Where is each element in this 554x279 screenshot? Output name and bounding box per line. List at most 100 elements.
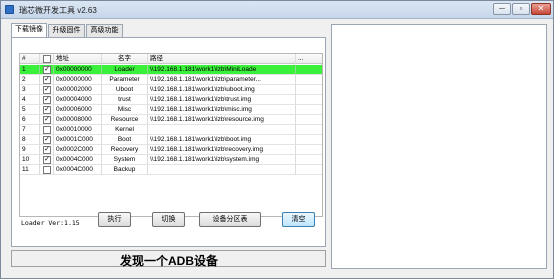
row-checkbox[interactable] [43,126,51,134]
row-index: 10 [20,155,40,165]
header-address[interactable]: 地址 [54,54,102,64]
row-checkbox-cell: ✓ [40,75,54,85]
table-row[interactable]: 7 0x00010000 Kernel [20,125,322,135]
row-path[interactable]: \\192.168.1.181\work1\lzb\system.img [148,155,296,165]
row-browse[interactable] [296,145,322,155]
app-icon [5,5,14,14]
header-name[interactable]: 名字 [102,54,148,64]
tab-upgrade-firmware[interactable]: 升级固件 [48,24,85,37]
row-checkbox[interactable]: ✓ [43,66,51,74]
row-browse[interactable] [296,105,322,115]
status-bar: 发现一个ADB设备 [11,250,326,268]
row-name: Loader [102,65,148,75]
row-browse[interactable] [296,125,322,135]
row-path[interactable]: \\192.168.1.181\work1\lzb\misc.img [148,105,296,115]
table-row[interactable]: 8 ✓ 0x0001C000 Boot \\192.168.1.181\work1\lz… [20,135,322,145]
device-partition-table-button[interactable]: 设备分区表 [199,212,261,227]
row-path[interactable]: \\192.168.1.181\work1\lzb\resource.img [148,115,296,125]
row-checkbox[interactable]: ✓ [43,86,51,94]
table-row[interactable]: 1 ✓ 0x00000000 Loader \\192.168.1.181\work1\… [20,65,322,75]
row-checkbox[interactable]: ✓ [43,146,51,154]
row-checkbox[interactable]: ✓ [43,156,51,164]
row-name: Uboot [102,85,148,95]
action-bar: Loader Ver:1.15 执行 切换 设备分区表 清空 [19,209,323,245]
row-checkbox[interactable]: ✓ [43,116,51,124]
switch-button[interactable]: 切换 [152,212,185,227]
row-name: Kernel [102,125,148,135]
row-address: 0x00004000 [54,95,102,105]
row-name: Backup [102,165,148,175]
tab-advanced-functions[interactable]: 高级功能 [86,24,123,37]
table-row[interactable]: 5 ✓ 0x00006000 Misc \\192.168.1.181\work1\lz… [20,105,322,115]
row-checkbox[interactable]: ✓ [43,96,51,104]
row-path[interactable]: \\192.168.1.181\work1\lzb\uboot.img [148,85,296,95]
run-button[interactable]: 执行 [98,212,131,227]
minimize-button[interactable]: ─ [493,3,511,15]
header-path[interactable]: 路径 [148,54,296,64]
row-address: 0x0002C000 [54,145,102,155]
row-index: 9 [20,145,40,155]
table-row[interactable]: 4 ✓ 0x00004000 trust \\192.168.1.181\work1\l… [20,95,322,105]
app-window: 瑞芯微开发工具 v2.63 ─ ▫ ✕ 下载镜像 升级固件 高级功能 # 地址 … [0,0,554,279]
row-index: 8 [20,135,40,145]
row-browse[interactable] [296,155,322,165]
row-checkbox-cell: ✓ [40,135,54,145]
row-index: 3 [20,85,40,95]
row-path[interactable] [148,165,296,175]
table-row[interactable]: 9 ✓ 0x0002C000 Recovery \\192.168.1.181\work… [20,145,322,155]
row-name: Resource [102,115,148,125]
row-name: Boot [102,135,148,145]
row-name: Recovery [102,145,148,155]
clear-button[interactable]: 清空 [282,212,315,227]
close-button[interactable]: ✕ [531,3,551,15]
row-path[interactable]: \\192.168.1.181\work1\lzb\MiniLoade [148,65,296,75]
row-checkbox[interactable] [43,166,51,174]
header-checkbox[interactable] [40,54,54,64]
window-title: 瑞芯微开发工具 v2.63 [19,6,97,15]
row-address: 0x0004C000 [54,155,102,165]
row-browse[interactable] [296,75,322,85]
status-message: 发现一个ADB设备 [120,254,218,268]
row-checkbox-cell: ✓ [40,105,54,115]
select-all-checkbox[interactable] [43,55,51,63]
download-image-panel: # 地址 名字 路径 ... 1 ✓ 0x00000000 Loader \\192.1… [11,37,326,247]
row-name: System [102,155,148,165]
row-name: Parameter [102,75,148,85]
row-browse[interactable] [296,65,322,75]
row-name: Misc [102,105,148,115]
row-index: 5 [20,105,40,115]
row-address: 0x00002000 [54,85,102,95]
header-browse[interactable]: ... [296,54,322,64]
row-checkbox-cell [40,165,54,175]
row-index: 4 [20,95,40,105]
header-index: # [20,54,40,64]
row-checkbox[interactable]: ✓ [43,106,51,114]
row-index: 1 [20,65,40,75]
row-browse[interactable] [296,95,322,105]
row-checkbox[interactable]: ✓ [43,136,51,144]
row-address: 0x00000000 [54,75,102,85]
row-path[interactable]: \\192.168.1.181\work1\lzb\boot.img [148,135,296,145]
row-path[interactable] [148,125,296,135]
tab-download-image[interactable]: 下载镜像 [11,23,47,37]
row-checkbox-cell: ✓ [40,145,54,155]
table-row[interactable]: 10 ✓ 0x0004C000 System \\192.168.1.181\work1… [20,155,322,165]
row-browse[interactable] [296,165,322,175]
row-address: 0x00000000 [54,65,102,75]
row-browse[interactable] [296,115,322,125]
row-path[interactable]: \\192.168.1.181\work1\lzb\trust.img [148,95,296,105]
table-row[interactable]: 6 ✓ 0x00008000 Resource \\192.168.1.181\work… [20,115,322,125]
row-checkbox[interactable]: ✓ [43,76,51,84]
maximize-button[interactable]: ▫ [512,3,530,15]
row-browse[interactable] [296,135,322,145]
log-output-area[interactable] [331,24,547,269]
row-checkbox-cell: ✓ [40,115,54,125]
table-row[interactable]: 3 ✓ 0x00002000 Uboot \\192.168.1.181\work1\l… [20,85,322,95]
row-address: 0x0004C000 [54,165,102,175]
row-path[interactable]: \\192.168.1.181\work1\lzb\parameter... [148,75,296,85]
table-row[interactable]: 2 ✓ 0x00000000 Parameter \\192.168.1.181\wor… [20,75,322,85]
table-row[interactable]: 11 0x0004C000 Backup [20,165,322,175]
row-path[interactable]: \\192.168.1.181\work1\lzb\recovery.img [148,145,296,155]
title-bar[interactable]: 瑞芯微开发工具 v2.63 ─ ▫ ✕ [1,1,553,19]
row-browse[interactable] [296,85,322,95]
